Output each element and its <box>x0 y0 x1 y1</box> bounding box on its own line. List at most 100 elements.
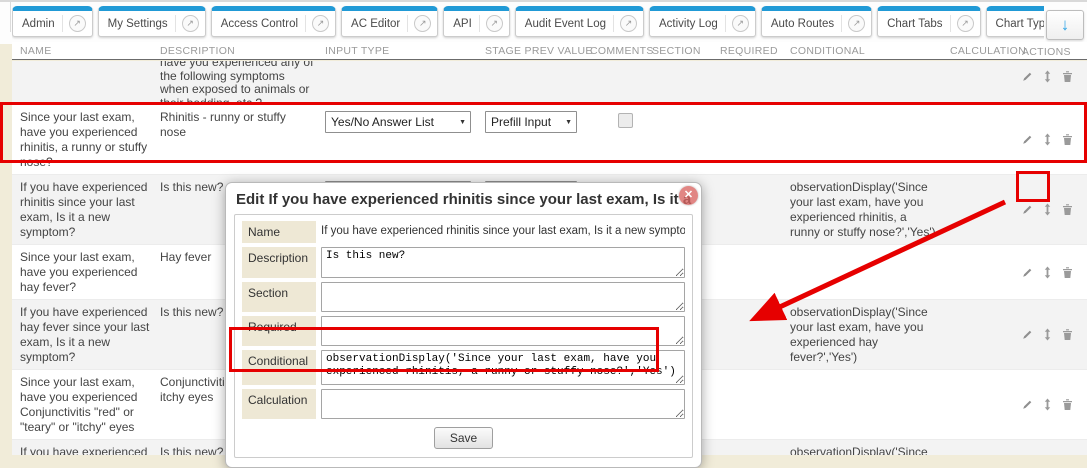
tab-ac-editor[interactable]: AC Editor↗ <box>341 6 438 37</box>
tab-api[interactable]: API↗ <box>443 6 510 37</box>
dialog-form: Name If you have experienced rhinitis si… <box>234 214 693 458</box>
cell-actions <box>1022 175 1087 244</box>
open-in-new-window-icon[interactable]: ↗ <box>407 15 431 32</box>
tab-scroll-down-button[interactable]: ↓ <box>1046 10 1084 40</box>
name-value: If you have experienced rhinitis since y… <box>321 221 685 243</box>
admin-tab-bar: Admin↗ My Settings↗ Access Control↗ AC E… <box>0 0 1087 44</box>
conditional-field[interactable]: observationDisplay('Since your last exam… <box>321 350 685 385</box>
conditional-label: Conditional <box>242 350 316 385</box>
tab-access-control[interactable]: Access Control↗ <box>211 6 336 37</box>
column-header-description: DESCRIPTION <box>160 42 325 59</box>
input-type-select[interactable]: Yes/No Answer List▼ <box>325 111 471 133</box>
trash-icon <box>1061 398 1074 411</box>
table-header: NAME DESCRIPTION INPUT TYPE STAGE PREV V… <box>12 42 1087 60</box>
comments-checkbox[interactable] <box>618 113 633 128</box>
column-header-conditional: CONDITIONAL <box>790 42 950 59</box>
open-in-new-window-icon[interactable]: ↗ <box>305 15 329 32</box>
trash-icon <box>1061 70 1074 83</box>
edit-button[interactable] <box>1022 398 1034 411</box>
section-field[interactable] <box>321 282 685 312</box>
edit-button[interactable] <box>1022 328 1034 341</box>
delete-button[interactable] <box>1061 70 1074 83</box>
edit-button[interactable] <box>1022 70 1034 83</box>
reorder-button[interactable] <box>1041 328 1054 341</box>
delete-button[interactable] <box>1061 203 1074 216</box>
tab-chart-types[interactable]: Chart Types↗ <box>986 6 1044 37</box>
cell-conditional <box>790 370 950 439</box>
stage-prev-value-select[interactable]: Prefill Input▼ <box>485 111 577 133</box>
open-in-new-window-icon[interactable]: ↗ <box>841 15 865 32</box>
name-label: Name <box>242 221 316 243</box>
cell-actions <box>1022 300 1087 369</box>
reorder-button[interactable] <box>1041 266 1054 279</box>
cell-name: If you have experienced rhinitis since y… <box>12 175 160 244</box>
pencil-icon <box>1022 70 1034 83</box>
pencil-icon <box>1022 203 1034 216</box>
pencil-icon <box>1022 133 1034 146</box>
open-in-new-window-icon[interactable]: ↗ <box>62 15 86 32</box>
pencil-icon <box>1022 398 1034 411</box>
trash-icon <box>1061 328 1074 341</box>
edit-button[interactable] <box>1022 266 1034 279</box>
cell-description: have you experienced any of the followin… <box>160 61 325 104</box>
column-header-actions: ACTIONS <box>1022 42 1087 59</box>
dialog-title: Edit If you have experienced rhinitis si… <box>234 190 693 214</box>
cell-conditional: observationDisplay('Since your last exam… <box>790 440 950 455</box>
column-header-comments: COMMENTS <box>590 42 652 59</box>
up-down-arrow-icon <box>1041 133 1054 146</box>
column-header-name: NAME <box>12 42 160 59</box>
open-in-new-window-icon[interactable]: ↗ <box>479 15 503 32</box>
trash-icon <box>1061 266 1074 279</box>
calculation-label: Calculation <box>242 389 316 419</box>
trash-icon <box>1061 203 1074 216</box>
cell-actions <box>1022 61 1087 104</box>
up-down-arrow-icon <box>1041 70 1054 83</box>
chevron-down-icon: ▼ <box>565 115 572 130</box>
reorder-button[interactable] <box>1041 70 1054 83</box>
delete-button[interactable] <box>1061 328 1074 341</box>
cell-name <box>12 61 160 104</box>
open-in-new-window-icon[interactable]: ↗ <box>725 15 749 32</box>
reorder-button[interactable] <box>1041 398 1054 411</box>
tab-my-settings[interactable]: My Settings↗ <box>98 6 206 37</box>
open-in-new-window-icon[interactable]: ↗ <box>175 15 199 32</box>
tab-strip: Admin↗ My Settings↗ Access Control↗ AC E… <box>12 6 1044 44</box>
open-in-new-window-icon[interactable]: ↗ <box>950 15 974 32</box>
edit-button[interactable] <box>1022 133 1034 146</box>
pencil-icon <box>1022 266 1034 279</box>
edit-item-dialog: Edit If you have experienced rhinitis si… <box>225 182 702 468</box>
reorder-button[interactable] <box>1041 133 1054 146</box>
tab-auto-routes[interactable]: Auto Routes↗ <box>761 6 872 37</box>
delete-button[interactable] <box>1061 398 1074 411</box>
close-icon[interactable]: ✕ <box>679 186 698 205</box>
reorder-button[interactable] <box>1041 203 1054 216</box>
cell-name: If you have experienced hay fever since … <box>12 300 160 369</box>
cell-actions <box>1022 440 1087 455</box>
cell-name: Since your last exam, have you experienc… <box>12 105 160 174</box>
down-arrow-icon: ↓ <box>1061 15 1070 34</box>
column-header-section: SECTION <box>652 42 720 59</box>
chevron-down-icon: ▼ <box>459 115 466 130</box>
tab-admin[interactable]: Admin↗ <box>12 6 93 37</box>
cell-conditional <box>790 105 950 174</box>
required-field[interactable] <box>321 316 685 346</box>
table-row: Since your last exam, have you experienc… <box>12 105 1087 175</box>
cell-name: Since your last exam, have you experienc… <box>12 245 160 299</box>
tab-chart-tabs[interactable]: Chart Tabs↗ <box>877 6 980 37</box>
description-label: Description <box>242 247 316 278</box>
delete-button[interactable] <box>1061 266 1074 279</box>
save-button[interactable]: Save <box>434 427 493 449</box>
up-down-arrow-icon <box>1041 398 1054 411</box>
edit-button[interactable] <box>1022 203 1034 216</box>
up-down-arrow-icon <box>1041 266 1054 279</box>
cell-actions <box>1022 105 1087 174</box>
tab-audit-event-log[interactable]: Audit Event Log↗ <box>515 6 644 37</box>
tab-activity-log[interactable]: Activity Log↗ <box>649 6 756 37</box>
up-down-arrow-icon <box>1041 328 1054 341</box>
column-header-stage-prev-value: STAGE PREV VALUE <box>485 42 590 59</box>
delete-button[interactable] <box>1061 133 1074 146</box>
open-in-new-window-icon[interactable]: ↗ <box>613 15 637 32</box>
calculation-field[interactable] <box>321 389 685 419</box>
description-field[interactable]: Is this new? <box>321 247 685 278</box>
required-label: Required <box>242 316 316 346</box>
